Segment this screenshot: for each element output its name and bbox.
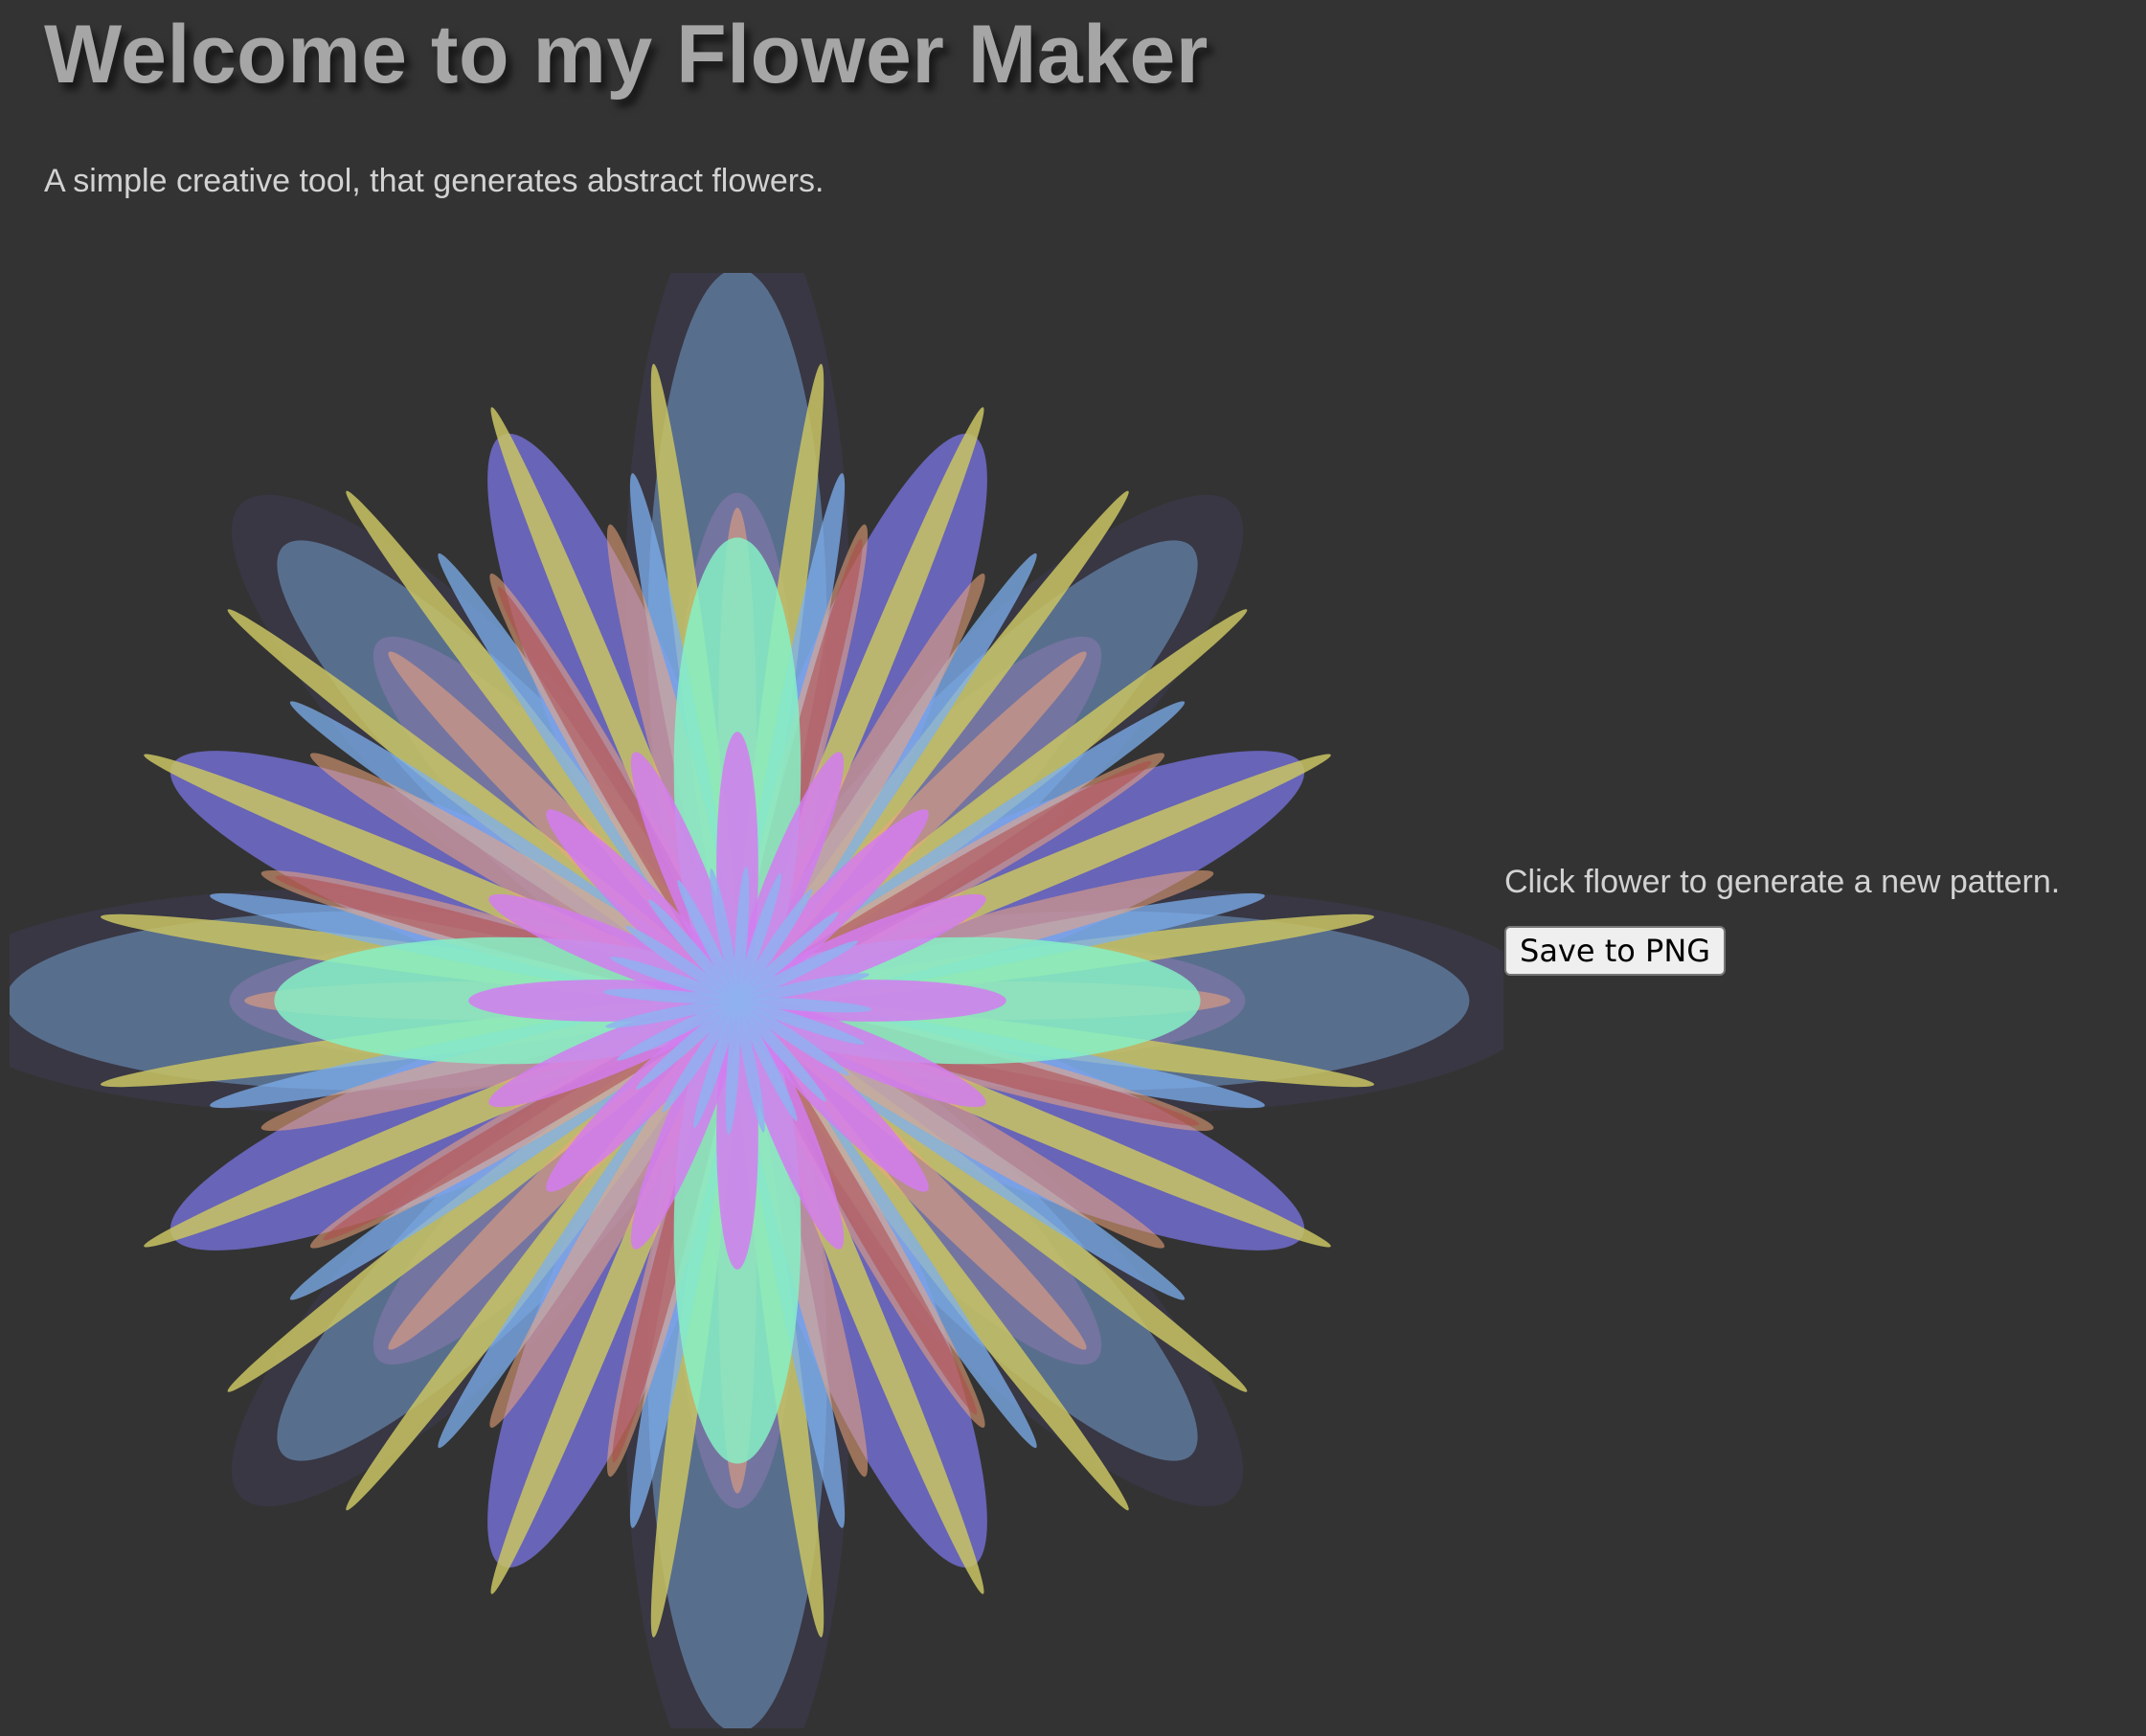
controls-panel: Click flower to generate a new pattern. … — [1504, 864, 2060, 976]
flower-graphic[interactable] — [10, 273, 1503, 1728]
page-subtitle: A simple creative tool, that generates a… — [44, 163, 825, 199]
flower-maker-page: Welcome to my Flower Maker A simple crea… — [0, 0, 2146, 1736]
generate-hint: Click flower to generate a new pattern. — [1504, 864, 2061, 900]
page-title: Welcome to my Flower Maker — [44, 9, 1209, 101]
flower-canvas[interactable] — [10, 273, 1503, 1728]
save-to-png-button[interactable]: Save to PNG — [1504, 926, 1727, 976]
